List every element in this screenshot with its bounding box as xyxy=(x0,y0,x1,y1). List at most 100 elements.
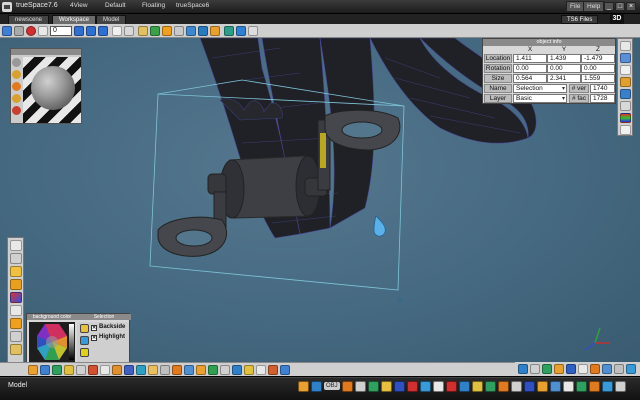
pointer-icon[interactable] xyxy=(2,26,12,36)
bottom-tool-16-icon[interactable] xyxy=(208,365,218,375)
status-tool-9-icon[interactable] xyxy=(420,381,431,392)
bottom-right-4-icon[interactable] xyxy=(554,364,564,374)
next-frame-icon[interactable] xyxy=(86,26,96,36)
eyedropper-icon[interactable] xyxy=(10,305,22,316)
bottom-right-9-icon[interactable] xyxy=(614,364,624,374)
status-tool-7-icon[interactable] xyxy=(394,381,405,392)
bottom-tool-7-icon[interactable] xyxy=(100,365,110,375)
fill-tool-icon[interactable] xyxy=(10,318,22,329)
render-icon[interactable] xyxy=(174,26,184,36)
light-icon[interactable] xyxy=(162,26,172,36)
bump-shader-icon[interactable] xyxy=(12,94,21,103)
status-tool-13-icon[interactable] xyxy=(472,381,483,392)
color-shader-icon[interactable] xyxy=(12,70,21,79)
location-z-field[interactable]: -1.479 xyxy=(581,54,615,63)
status-tool-16-icon[interactable] xyxy=(511,381,522,392)
status-tool-1-icon[interactable] xyxy=(298,381,309,392)
smudge-tool-icon[interactable] xyxy=(10,344,22,355)
bottom-tool-20-icon[interactable] xyxy=(256,365,266,375)
status-tool-18-icon[interactable] xyxy=(537,381,548,392)
menu-truespace6[interactable]: trueSpace6 xyxy=(176,2,209,9)
camera-icon[interactable] xyxy=(14,26,24,36)
grid-icon[interactable] xyxy=(150,26,160,36)
library-icon[interactable] xyxy=(620,65,631,75)
camera-view-icon[interactable] xyxy=(620,53,631,63)
bottom-tool-3-icon[interactable] xyxy=(52,365,62,375)
bottom-right-8-icon[interactable] xyxy=(602,364,612,374)
network-icon[interactable] xyxy=(186,26,196,36)
bottom-tool-19-icon[interactable] xyxy=(244,365,254,375)
tab-newscene[interactable]: newscene xyxy=(8,15,50,24)
bottom-tool-2-icon[interactable] xyxy=(40,365,50,375)
world-icon[interactable] xyxy=(236,26,246,36)
bottom-tool-13-icon[interactable] xyxy=(172,365,182,375)
status-tool-15-icon[interactable] xyxy=(498,381,509,392)
status-tool-21-icon[interactable] xyxy=(576,381,587,392)
material-icon[interactable] xyxy=(224,26,234,36)
status-tool-24-icon[interactable] xyxy=(615,381,626,392)
minimize-icon[interactable]: _ xyxy=(604,2,614,11)
status-tool-4-icon[interactable] xyxy=(355,381,366,392)
status-tool-11-icon[interactable] xyxy=(446,381,457,392)
object-tool-icon[interactable] xyxy=(620,41,631,51)
app-icon[interactable] xyxy=(2,2,12,12)
status-tool-2-icon[interactable] xyxy=(311,381,322,392)
backside-option[interactable]: ✕ Backside xyxy=(91,324,125,331)
rotation-z-field[interactable]: 0.00 xyxy=(581,64,615,73)
bottom-tool-17-icon[interactable] xyxy=(220,365,230,375)
file-button[interactable]: File xyxy=(566,1,585,12)
bottom-tool-5-icon[interactable] xyxy=(76,365,86,375)
bottom-tool-14-icon[interactable] xyxy=(184,365,194,375)
highlight-checkbox[interactable]: ✕ xyxy=(91,335,97,341)
record-icon[interactable] xyxy=(26,26,36,36)
status-tool-22-icon[interactable] xyxy=(589,381,600,392)
selection-color-swatch[interactable] xyxy=(80,324,89,333)
backside-checkbox[interactable]: ✕ xyxy=(91,325,97,331)
highlight-color-swatch[interactable] xyxy=(80,336,89,345)
maximize-icon[interactable]: □ xyxy=(615,2,625,11)
status-tool-12-icon[interactable] xyxy=(459,381,470,392)
material-preview-panel[interactable] xyxy=(10,48,82,124)
select-tool-icon[interactable] xyxy=(10,240,22,251)
lasso-tool-icon[interactable] xyxy=(10,253,22,264)
status-tool-14-icon[interactable] xyxy=(485,381,496,392)
tab-model[interactable]: Model xyxy=(96,15,127,24)
obj-button[interactable]: OBJ xyxy=(324,382,340,390)
bottom-tool-1-icon[interactable] xyxy=(28,365,38,375)
bottom-right-1-icon[interactable] xyxy=(518,364,528,374)
folder-icon[interactable] xyxy=(138,26,148,36)
ts6-files-button[interactable]: TS6 Files xyxy=(561,15,599,24)
palette-icon[interactable] xyxy=(620,113,631,123)
sphere-icon[interactable] xyxy=(198,26,208,36)
layers-icon[interactable] xyxy=(620,101,631,111)
size-y-field[interactable]: 2.341 xyxy=(547,74,581,83)
status-tool-17-icon[interactable] xyxy=(524,381,535,392)
play-icon[interactable] xyxy=(74,26,84,36)
menu-4view[interactable]: 4View xyxy=(70,2,88,9)
highlight-option[interactable]: ✕ Highlight xyxy=(91,334,125,341)
rotation-x-field[interactable]: 0.00 xyxy=(513,64,547,73)
view-3d-button[interactable]: 3D xyxy=(610,14,624,24)
bottom-right-7-icon[interactable] xyxy=(590,364,600,374)
tab-workspace[interactable]: Workspace xyxy=(52,15,96,24)
status-tool-23-icon[interactable] xyxy=(602,381,613,392)
bottom-right-10-icon[interactable] xyxy=(626,364,636,374)
menu-floating[interactable]: Floating xyxy=(142,2,165,9)
color-picker[interactable] xyxy=(29,322,75,362)
bottom-tool-18-icon[interactable] xyxy=(232,365,242,375)
rewind-icon[interactable] xyxy=(38,26,48,36)
stamp-tool-icon[interactable] xyxy=(10,331,22,342)
status-tool-6-icon[interactable] xyxy=(381,381,392,392)
bottom-right-2-icon[interactable] xyxy=(530,364,540,374)
status-tool-5-icon[interactable] xyxy=(368,381,379,392)
bottom-right-3-icon[interactable] xyxy=(542,364,552,374)
script-icon[interactable] xyxy=(620,125,631,135)
bottom-right-6-icon[interactable] xyxy=(578,364,588,374)
status-tool-20-icon[interactable] xyxy=(563,381,574,392)
layer-dropdown[interactable]: Basic xyxy=(513,94,567,103)
size-z-field[interactable]: 1.559 xyxy=(581,74,615,83)
bottom-tool-21-icon[interactable] xyxy=(268,365,278,375)
displace-shader-icon[interactable] xyxy=(12,106,21,115)
wire-color-swatch[interactable] xyxy=(80,348,89,357)
status-tool-10-icon[interactable] xyxy=(433,381,444,392)
